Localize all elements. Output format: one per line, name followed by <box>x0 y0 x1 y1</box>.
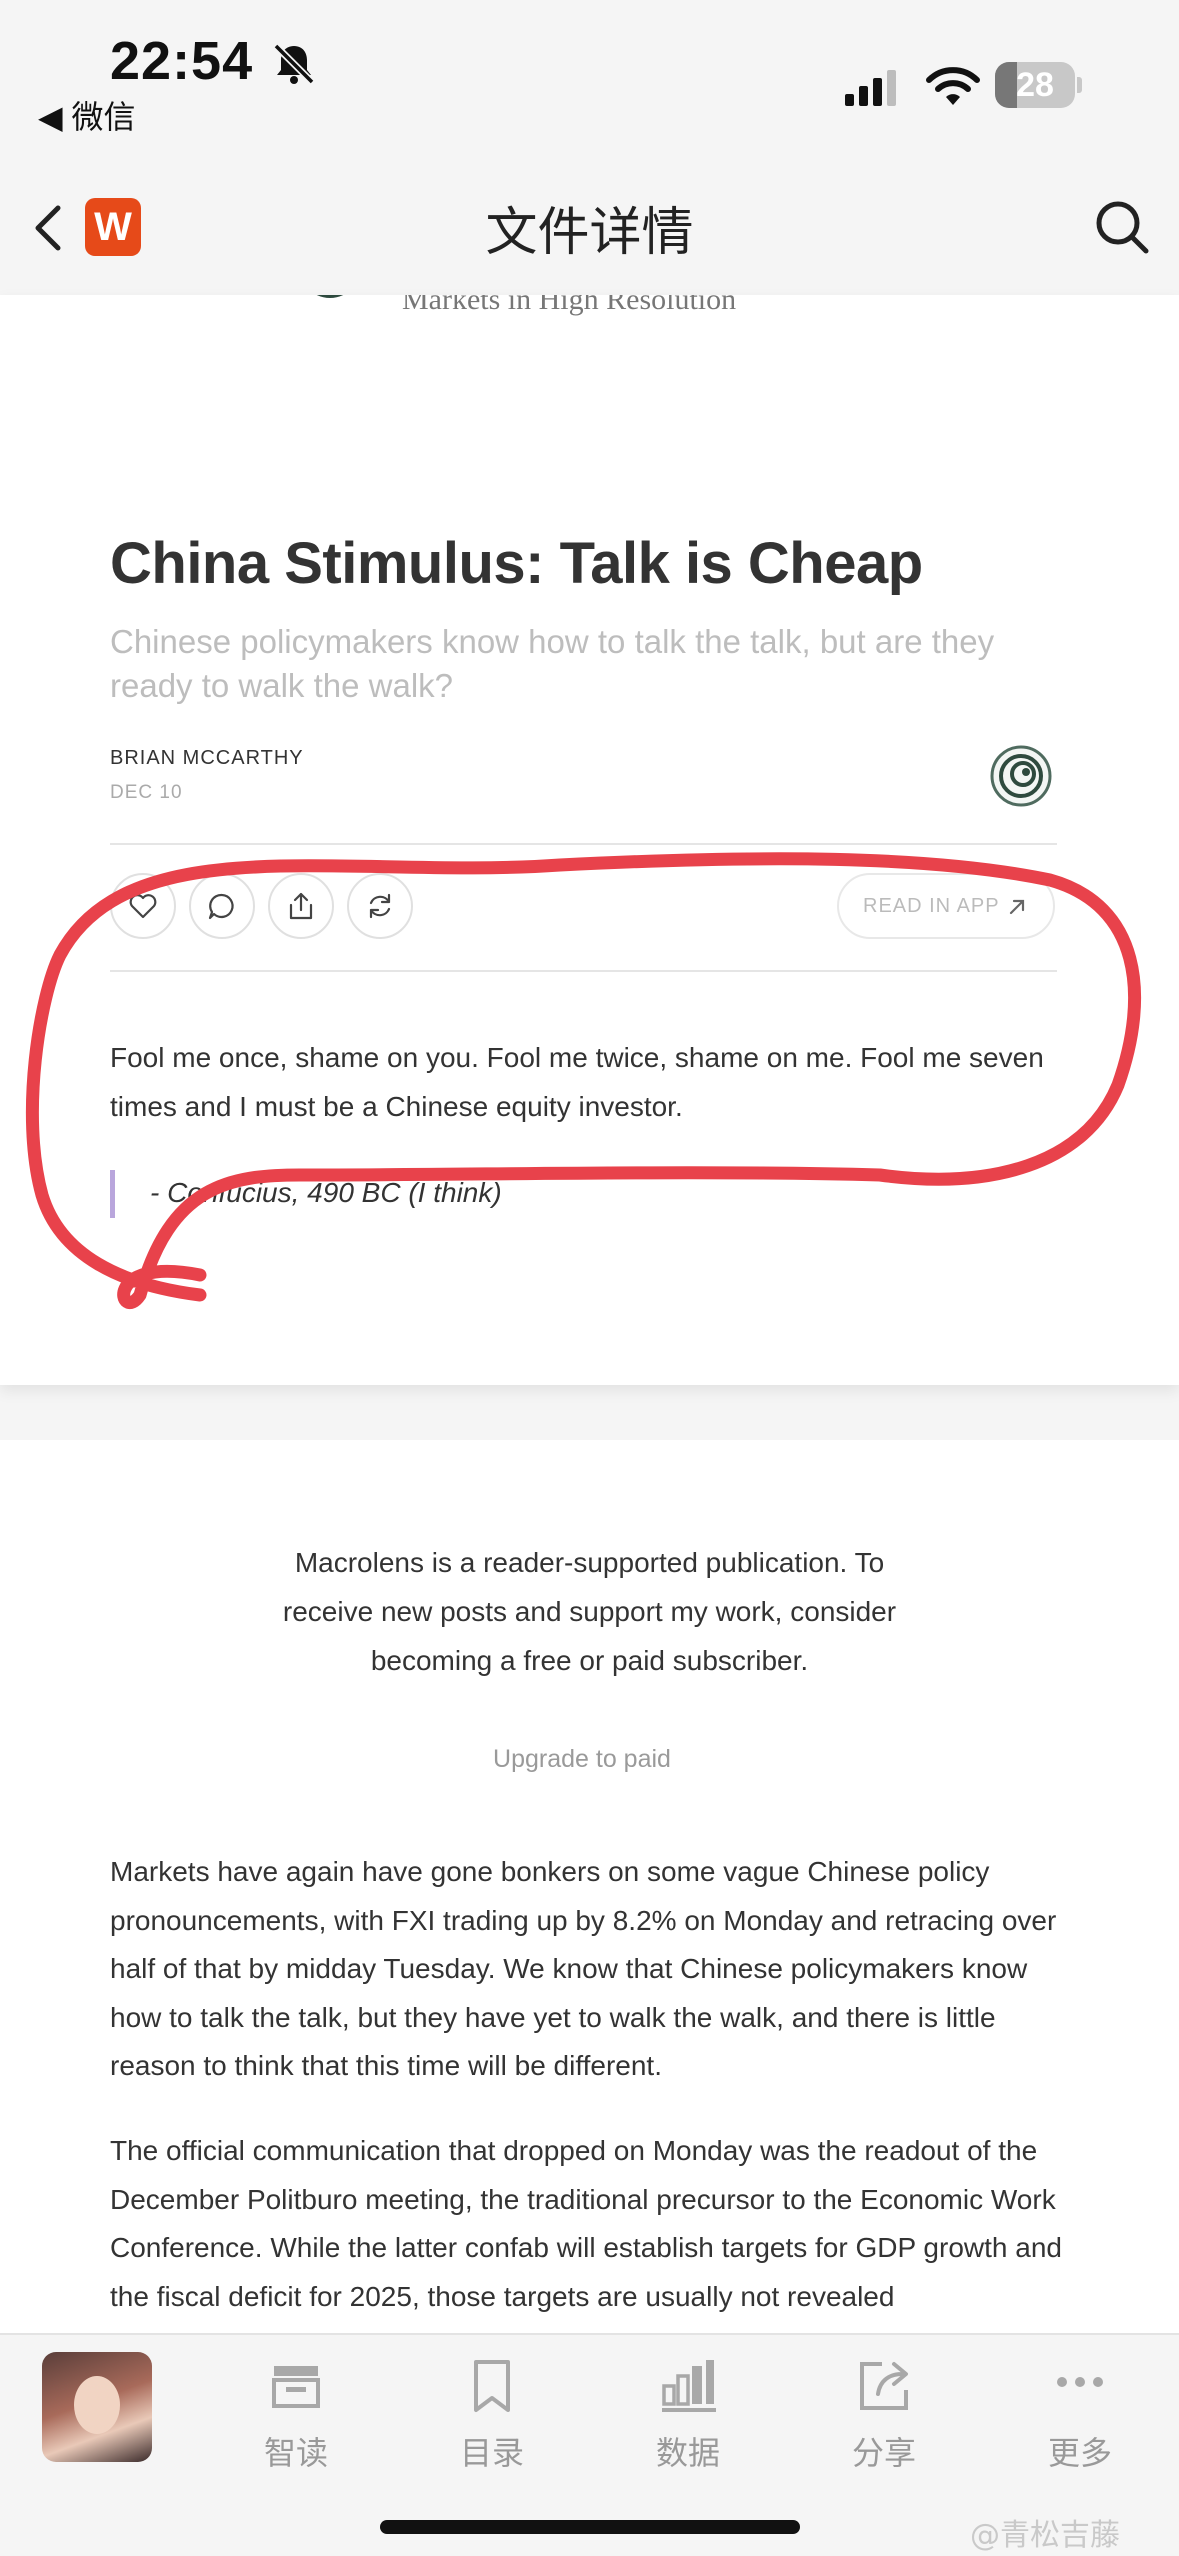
divider <box>110 843 1057 845</box>
publication-tagline: Markets in High Resolution <box>402 295 737 316</box>
read-in-app-label: READ IN APP <box>863 895 1000 917</box>
article-subtitle: Chinese policymakers know how to talk th… <box>110 623 995 704</box>
bookmark-icon <box>474 2360 510 2412</box>
more-icon <box>1057 2377 1103 2387</box>
restack-icon <box>369 893 391 919</box>
heart-icon <box>129 894 157 919</box>
toolbar-label: 分享 <box>851 2434 916 2472</box>
red-hand-drawn-circle <box>25 852 1142 1309</box>
article-card: Markets in High Resolution China Stimulu… <box>0 295 1179 1385</box>
article-title: China Stimulus: Talk is Cheap <box>110 531 923 596</box>
epigraph-text: Fool me once, shame on you. Fool me twic… <box>110 1042 1044 1122</box>
publication-avatar-icon[interactable] <box>990 745 1052 807</box>
upgrade-to-paid-link[interactable]: Upgrade to paid <box>0 1745 1164 1774</box>
watermark: @青松吉藤 <box>970 2518 1120 2553</box>
body-paragraph: The official communication that dropped … <box>110 2135 1062 2312</box>
restack-button[interactable] <box>347 873 413 939</box>
search-icon[interactable] <box>1093 198 1151 256</box>
comment-button[interactable] <box>189 873 255 939</box>
user-avatar[interactable] <box>42 2352 152 2462</box>
toolbar-more[interactable]: 更多 <box>1020 2356 1140 2476</box>
page-title: 文件详情 <box>485 203 694 263</box>
battery-level: 28 <box>1016 66 1054 104</box>
share-icon <box>289 892 313 920</box>
post-date: DEC 10 <box>110 782 183 803</box>
quote-attribution: - Confucius, 490 BC (I think) <box>150 1177 502 1208</box>
publication-logo-icon <box>317 295 343 298</box>
battery-indicator: 28 <box>995 62 1082 108</box>
toolbar-share[interactable]: 分享 <box>824 2356 944 2476</box>
subscribe-prompt: Macrolens is a reader-supported publicat… <box>282 1547 897 1676</box>
share-icon <box>860 2362 908 2410</box>
external-arrow-icon <box>1009 899 1025 915</box>
home-indicator[interactable] <box>380 2520 800 2534</box>
cellular-signal-icon <box>845 70 896 106</box>
divider <box>110 970 1057 972</box>
toolbar-label: 目录 <box>459 2434 524 2472</box>
read-in-app-button[interactable]: READ IN APP <box>837 873 1055 939</box>
bar-chart-icon <box>662 2360 716 2412</box>
like-button[interactable] <box>110 873 176 939</box>
toolbar-contents[interactable]: 目录 <box>432 2356 552 2476</box>
status-time: 22:54 <box>110 31 254 91</box>
body-paragraph: Markets have again have gone bonkers on … <box>110 1856 1057 2081</box>
smart-read-icon <box>272 2366 320 2408</box>
toolbar-label: 数据 <box>655 2434 720 2472</box>
back-to-wechat-link[interactable]: ◀ 微信 <box>38 92 136 138</box>
blockquote-bar <box>110 1170 115 1218</box>
comment-icon <box>208 893 234 920</box>
toolbar-label: 智读 <box>263 2434 328 2472</box>
toolbar-smart-read[interactable]: 智读 <box>236 2356 356 2476</box>
toolbar-label: 更多 <box>1047 2434 1112 2472</box>
share-button[interactable] <box>268 873 334 939</box>
bell-muted-icon <box>273 43 315 85</box>
wifi-icon <box>926 67 980 105</box>
author-name[interactable]: BRIAN MCCARTHY <box>110 747 304 770</box>
toolbar-data[interactable]: 数据 <box>628 2356 748 2476</box>
